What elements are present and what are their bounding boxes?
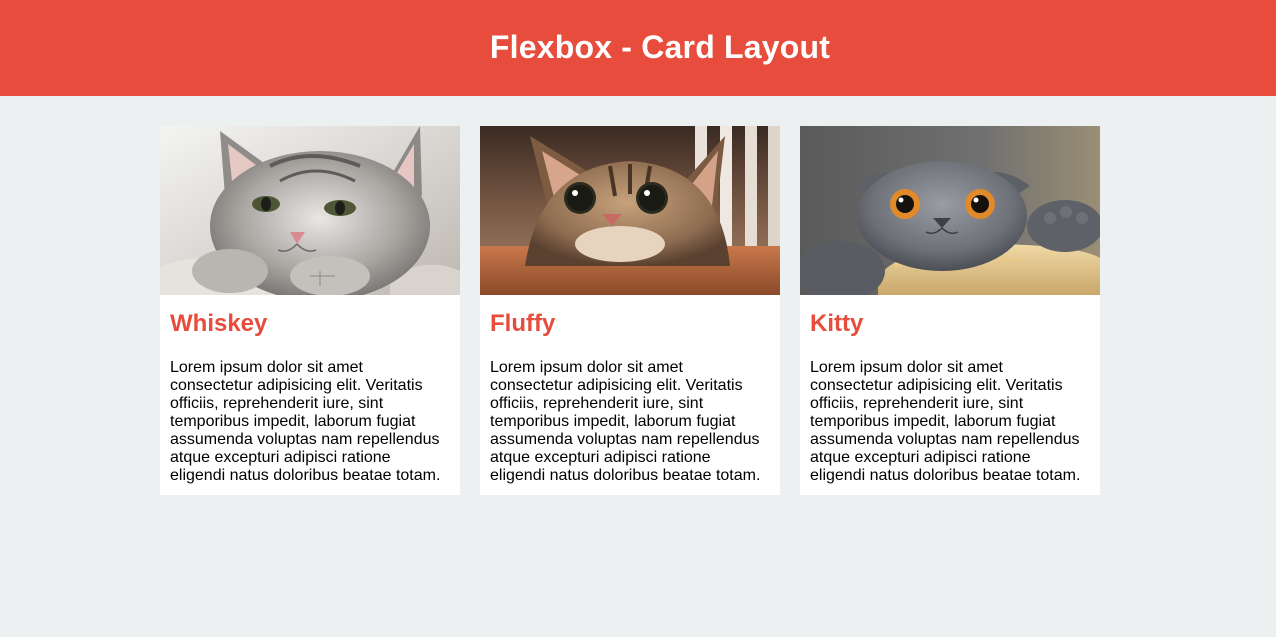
cat-photo-whiskey xyxy=(160,126,460,295)
card-title: Whiskey xyxy=(170,310,268,337)
card-text: Lorem ipsum dolor sit amet consectetur a… xyxy=(490,359,761,484)
card-title: Fluffy xyxy=(490,310,556,337)
card-kitty: Kitty Lorem ipsum dolor sit amet consect… xyxy=(800,126,1100,495)
card-text: Lorem ipsum dolor sit amet consectetur a… xyxy=(810,359,1081,484)
card-title: Kitty xyxy=(810,310,864,337)
cat-photo-kitty xyxy=(800,126,1100,295)
cat-photo-fluffy xyxy=(480,126,780,295)
card-fluffy: Fluffy Lorem ipsum dolor sit amet consec… xyxy=(480,126,780,495)
page-title: Flexbox - Card Layout xyxy=(489,28,831,65)
card-container: Whiskey Lorem ipsum dolor sit amet conse… xyxy=(0,96,1276,495)
card-text: Lorem ipsum dolor sit amet consectetur a… xyxy=(170,359,441,484)
card-whiskey: Whiskey Lorem ipsum dolor sit amet conse… xyxy=(160,126,460,495)
page-header: Flexbox - Card Layout xyxy=(0,0,1276,96)
